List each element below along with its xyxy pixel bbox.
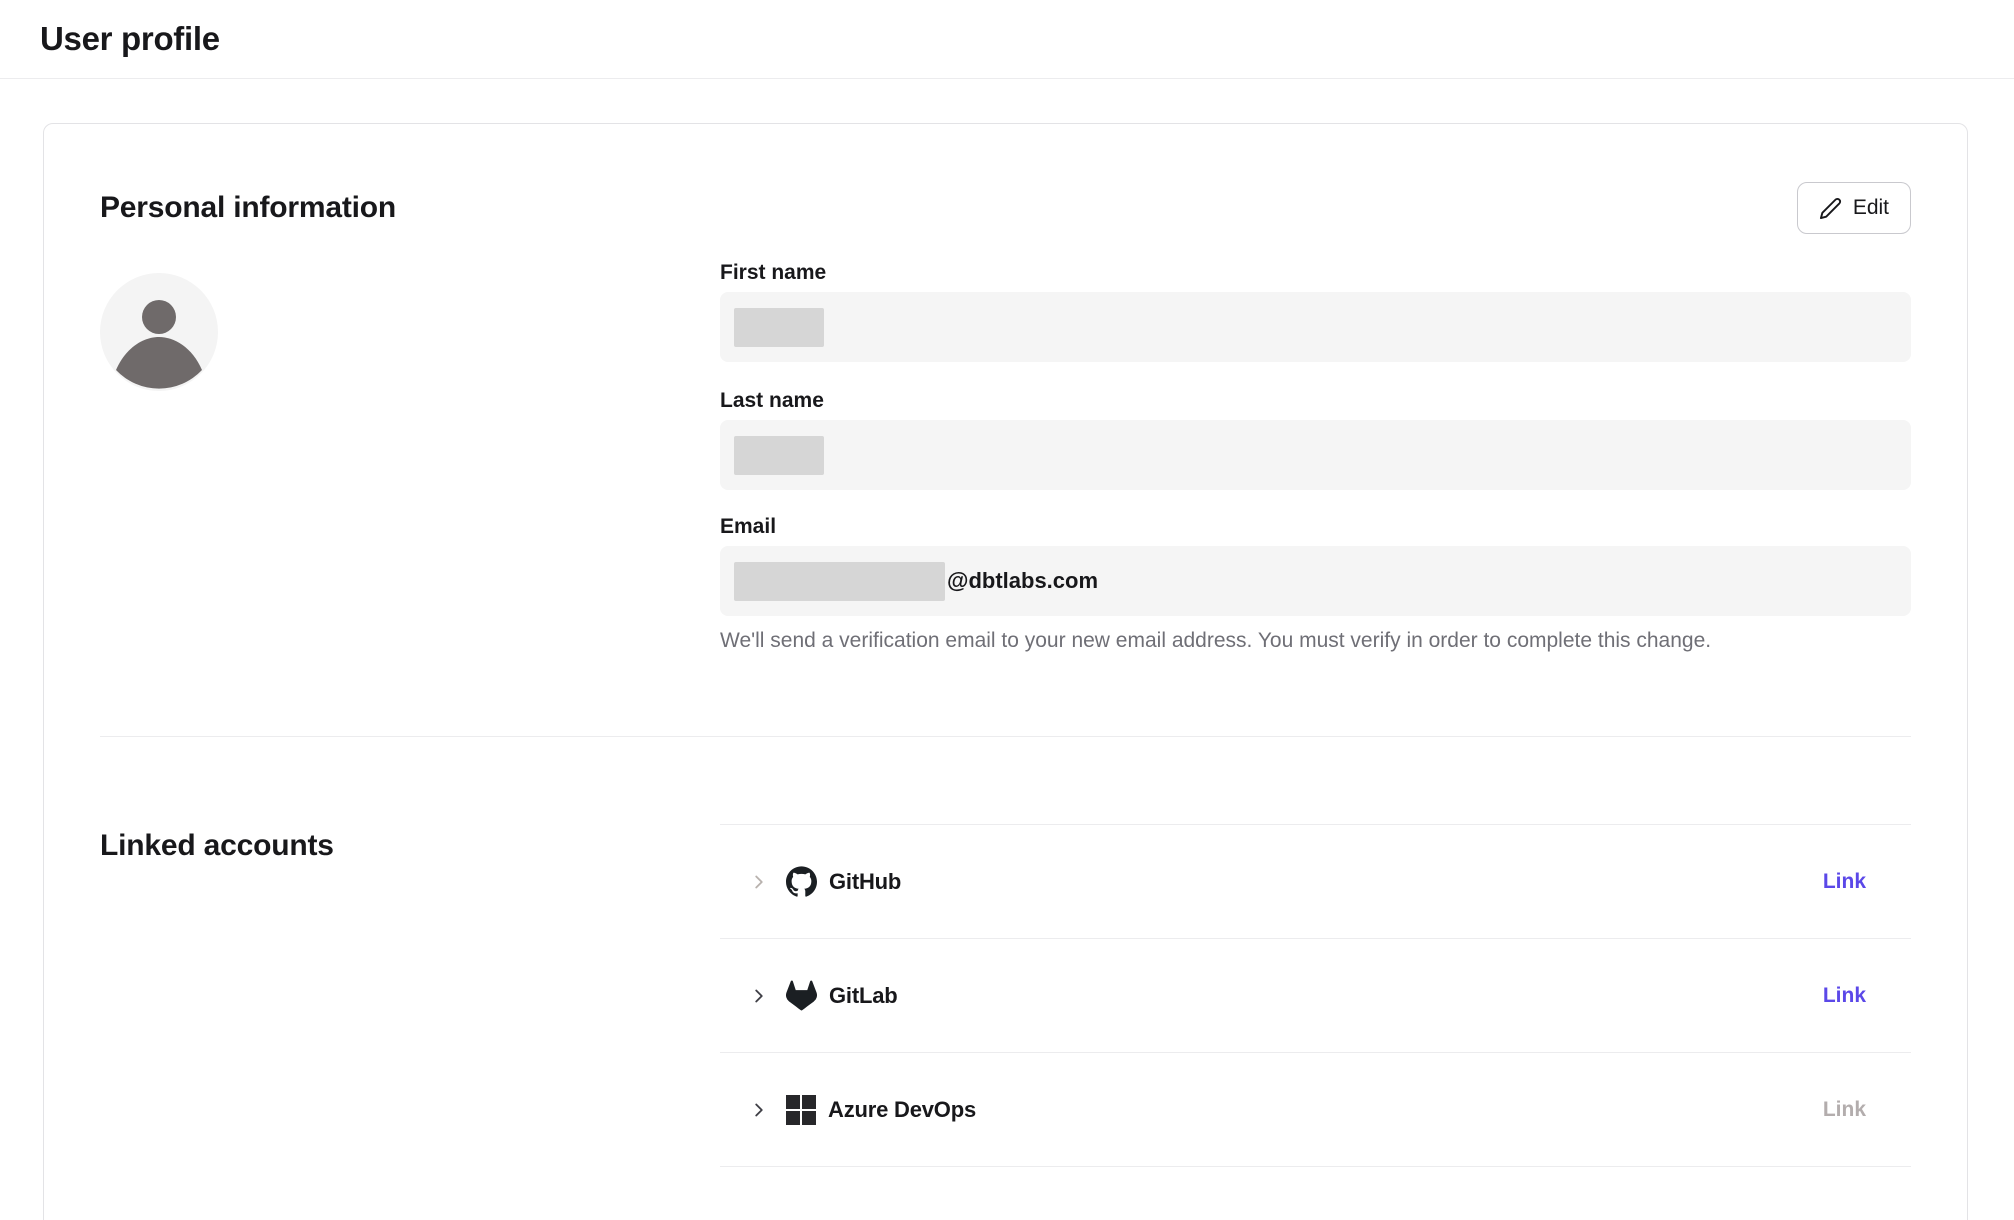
linked-accounts-section: Linked accounts GitHub Link <box>100 737 1911 1167</box>
linked-accounts-heading: Linked accounts <box>100 829 720 863</box>
linked-account-row-azure-devops: Azure DevOps Link <box>720 1053 1911 1167</box>
redacted-last-name <box>734 436 824 475</box>
personal-info-heading: Personal information <box>100 191 396 225</box>
email-field: @dbtlabs.com <box>720 546 1911 616</box>
linked-accounts-list: GitHub Link GitLab Link <box>720 824 1911 1167</box>
fields-column: First name Last name Email @dbtlabs.com … <box>720 260 1911 654</box>
page-header: User profile <box>0 0 2014 79</box>
edit-button[interactable]: Edit <box>1797 182 1911 234</box>
chevron-right-icon[interactable] <box>748 871 770 893</box>
email-label: Email <box>720 514 1911 540</box>
email-helper-text: We'll send a verification email to your … <box>720 628 1911 654</box>
chevron-right-icon[interactable] <box>748 985 770 1007</box>
personal-info-body: First name Last name Email @dbtlabs.com … <box>100 260 1911 654</box>
email-domain-suffix: @dbtlabs.com <box>947 568 1098 594</box>
github-link-action[interactable]: Link <box>1823 870 1866 894</box>
linked-account-row-gitlab: GitLab Link <box>720 939 1911 1053</box>
redacted-email-local-part <box>734 562 945 601</box>
github-icon <box>786 866 817 897</box>
main-content: Personal information Edit <box>0 79 2014 1220</box>
last-name-label: Last name <box>720 388 1911 414</box>
pencil-icon <box>1819 197 1842 220</box>
linked-account-row-github: GitHub Link <box>720 825 1911 939</box>
first-name-label: First name <box>720 260 1911 286</box>
gitlab-icon <box>786 980 817 1011</box>
azure-devops-link-action: Link <box>1823 1098 1866 1122</box>
personal-info-header: Personal information Edit <box>100 182 1911 234</box>
redacted-first-name <box>734 308 824 347</box>
last-name-field <box>720 420 1911 490</box>
account-name: GitLab <box>829 983 897 1009</box>
profile-card: Personal information Edit <box>43 123 1968 1220</box>
chevron-right-icon[interactable] <box>748 1099 770 1121</box>
azure-devops-icon <box>786 1095 816 1125</box>
avatar-column <box>100 260 720 654</box>
gitlab-link-action[interactable]: Link <box>1823 984 1866 1008</box>
page-title: User profile <box>40 20 220 58</box>
account-name: Azure DevOps <box>828 1097 976 1123</box>
avatar <box>100 273 218 391</box>
account-name: GitHub <box>829 869 901 895</box>
linked-accounts-heading-column: Linked accounts <box>100 737 720 1167</box>
edit-button-label: Edit <box>1853 196 1889 220</box>
person-icon <box>100 273 218 391</box>
first-name-field <box>720 292 1911 362</box>
